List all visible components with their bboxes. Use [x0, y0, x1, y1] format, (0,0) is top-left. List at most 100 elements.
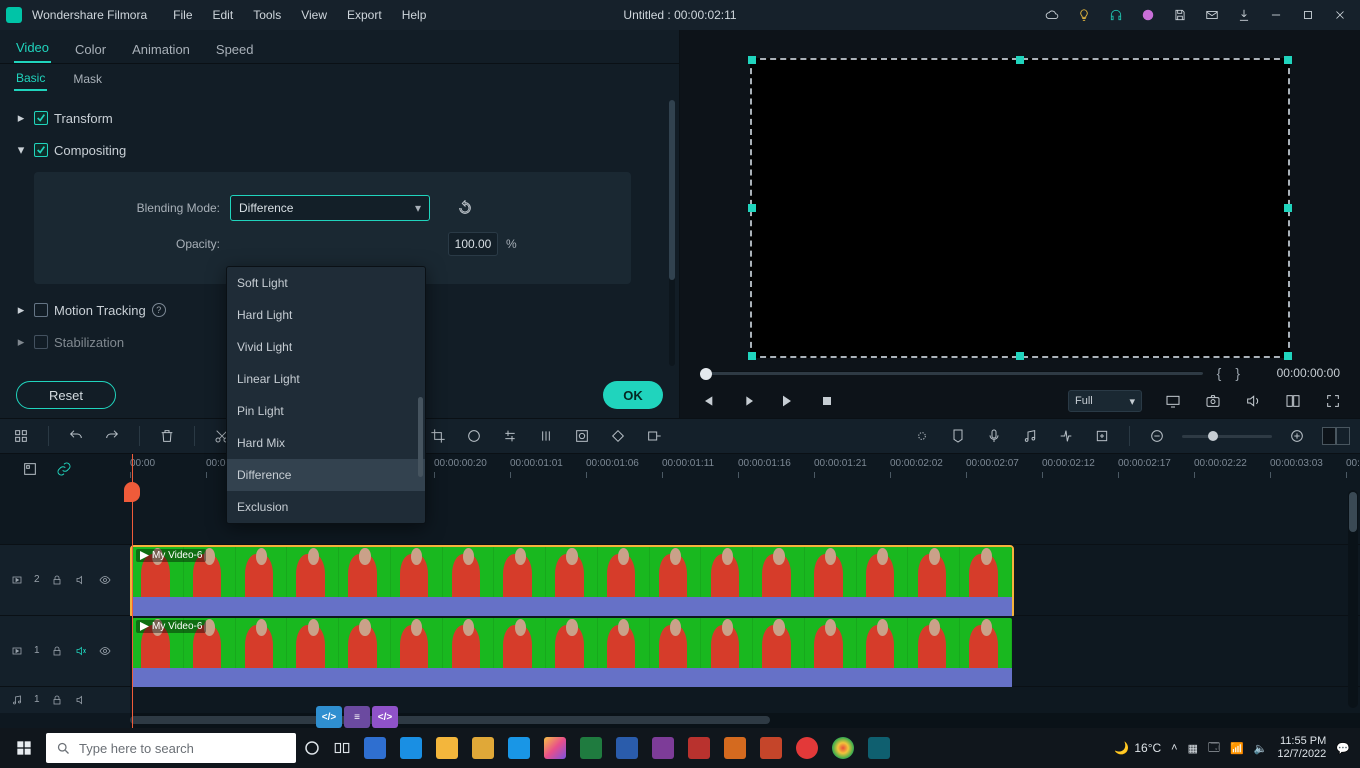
onedrive-icon[interactable]: ▦ — [1188, 742, 1198, 755]
taskbar-app[interactable] — [539, 732, 571, 764]
undo-icon[interactable] — [65, 425, 87, 447]
taskbar-app[interactable] — [755, 732, 787, 764]
scrub-track[interactable] — [700, 371, 1203, 375]
effects-icon[interactable] — [535, 425, 557, 447]
taskbar-app[interactable] — [719, 732, 751, 764]
mute-on-icon[interactable] — [74, 644, 88, 658]
green-screen-icon[interactable] — [571, 425, 593, 447]
layout-icon[interactable] — [1284, 392, 1302, 410]
reset-blending-icon[interactable] — [450, 195, 480, 221]
opacity-input[interactable]: 100.00 — [448, 232, 498, 256]
badge-icon[interactable]: </> — [316, 706, 342, 728]
tab-color[interactable]: Color — [73, 36, 108, 63]
reset-button[interactable]: Reset — [16, 381, 116, 409]
playhead[interactable] — [132, 454, 133, 728]
preview-quality-select[interactable]: Full▾ — [1068, 390, 1142, 412]
option-hard-light[interactable]: Hard Light — [227, 299, 425, 331]
voiceover-icon[interactable] — [983, 425, 1005, 447]
taskbar-app[interactable] — [467, 732, 499, 764]
taskbar-app[interactable] — [611, 732, 643, 764]
handle-icon[interactable] — [748, 204, 756, 212]
download-icon[interactable] — [1230, 1, 1258, 29]
export-segment-icon[interactable] — [643, 425, 665, 447]
mark-out-icon[interactable]: } — [1235, 365, 1240, 381]
color-icon[interactable] — [463, 425, 485, 447]
cloud-icon[interactable] — [1038, 1, 1066, 29]
taskbar-app[interactable] — [647, 732, 679, 764]
redo-icon[interactable] — [101, 425, 123, 447]
blending-mode-select[interactable]: Difference ▾ — [230, 195, 430, 221]
handle-icon[interactable] — [748, 56, 756, 64]
step-back-icon[interactable] — [698, 392, 716, 410]
handle-icon[interactable] — [1284, 352, 1292, 360]
record-icon[interactable] — [1091, 425, 1113, 447]
zoom-out-icon[interactable] — [1146, 425, 1168, 447]
subtab-basic[interactable]: Basic — [14, 67, 47, 91]
taskbar-app[interactable] — [359, 732, 391, 764]
zoom-slider[interactable] — [1182, 435, 1272, 438]
cortana-icon[interactable] — [298, 728, 326, 768]
audio-mix-icon[interactable] — [1019, 425, 1041, 447]
snapshot-icon[interactable] — [1204, 392, 1222, 410]
badge-icon[interactable]: </> — [372, 706, 398, 728]
mute-icon[interactable] — [74, 573, 88, 587]
blade-icon[interactable] — [1055, 425, 1077, 447]
media-icon[interactable] — [22, 461, 38, 480]
adjust-icon[interactable] — [499, 425, 521, 447]
handle-icon[interactable] — [1284, 204, 1292, 212]
window-close-icon[interactable] — [1326, 1, 1354, 29]
section-compositing[interactable]: ▾ Compositing — [10, 134, 671, 166]
sound-icon[interactable]: 🔈 — [1254, 742, 1268, 755]
lock-icon[interactable] — [50, 693, 64, 707]
link-icon[interactable] — [56, 461, 72, 480]
lock-icon[interactable] — [50, 573, 64, 587]
tab-speed[interactable]: Speed — [214, 36, 256, 63]
timeline-v-scrollbar[interactable] — [1348, 490, 1358, 708]
headphones-icon[interactable] — [1102, 1, 1130, 29]
fullscreen-icon[interactable] — [1324, 392, 1342, 410]
option-hard-mix[interactable]: Hard Mix — [227, 427, 425, 459]
clip-my-video-6-b[interactable]: My Video-6 — [132, 618, 1012, 688]
grid-icon[interactable] — [10, 425, 32, 447]
tab-animation[interactable]: Animation — [130, 36, 192, 63]
taskbar-app[interactable] — [863, 732, 895, 764]
delete-icon[interactable] — [156, 425, 178, 447]
menu-view[interactable]: View — [293, 8, 335, 22]
weather-widget[interactable]: 🌙 16°C — [1114, 741, 1161, 755]
dropdown-scrollbar[interactable] — [418, 397, 423, 477]
clip-my-video-6-a[interactable]: My Video-6 — [132, 547, 1012, 617]
ok-button[interactable]: OK — [603, 381, 663, 409]
notifications-icon[interactable]: 💬 — [1336, 742, 1350, 755]
tab-video[interactable]: Video — [14, 34, 51, 63]
taskbar-app[interactable] — [395, 732, 427, 764]
taskbar-app[interactable] — [827, 732, 859, 764]
handle-icon[interactable] — [1284, 56, 1292, 64]
option-pin-light[interactable]: Pin Light — [227, 395, 425, 427]
window-minimize-icon[interactable] — [1262, 1, 1290, 29]
menu-tools[interactable]: Tools — [245, 8, 289, 22]
playhead-grip-icon[interactable] — [124, 482, 140, 502]
menu-file[interactable]: File — [165, 8, 200, 22]
handle-icon[interactable] — [748, 352, 756, 360]
checkbox-compositing[interactable] — [34, 143, 48, 157]
option-soft-light[interactable]: Soft Light — [227, 267, 425, 299]
menu-export[interactable]: Export — [339, 8, 390, 22]
section-transform[interactable]: ▸ Transform — [10, 102, 671, 134]
window-maximize-icon[interactable] — [1294, 1, 1322, 29]
scrub-knob[interactable] — [700, 368, 712, 380]
checkbox-transform[interactable] — [34, 111, 48, 125]
taskbar-app[interactable] — [431, 732, 463, 764]
idea-icon[interactable] — [1070, 1, 1098, 29]
lock-icon[interactable] — [50, 644, 64, 658]
marker-icon[interactable] — [947, 425, 969, 447]
option-difference[interactable]: Difference — [227, 459, 425, 491]
taskbar-search[interactable]: Type here to search — [46, 733, 296, 763]
timeline-view-toggle[interactable] — [1322, 427, 1350, 445]
mute-icon[interactable] — [74, 693, 88, 707]
taskbar-app[interactable] — [683, 732, 715, 764]
taskbar-clock[interactable]: 11:55 PM 12/7/2022 — [1277, 735, 1326, 761]
help-icon[interactable]: ? — [152, 303, 166, 317]
taskbar-app[interactable] — [575, 732, 607, 764]
handle-icon[interactable] — [1016, 352, 1024, 360]
account-icon[interactable] — [1134, 1, 1162, 29]
